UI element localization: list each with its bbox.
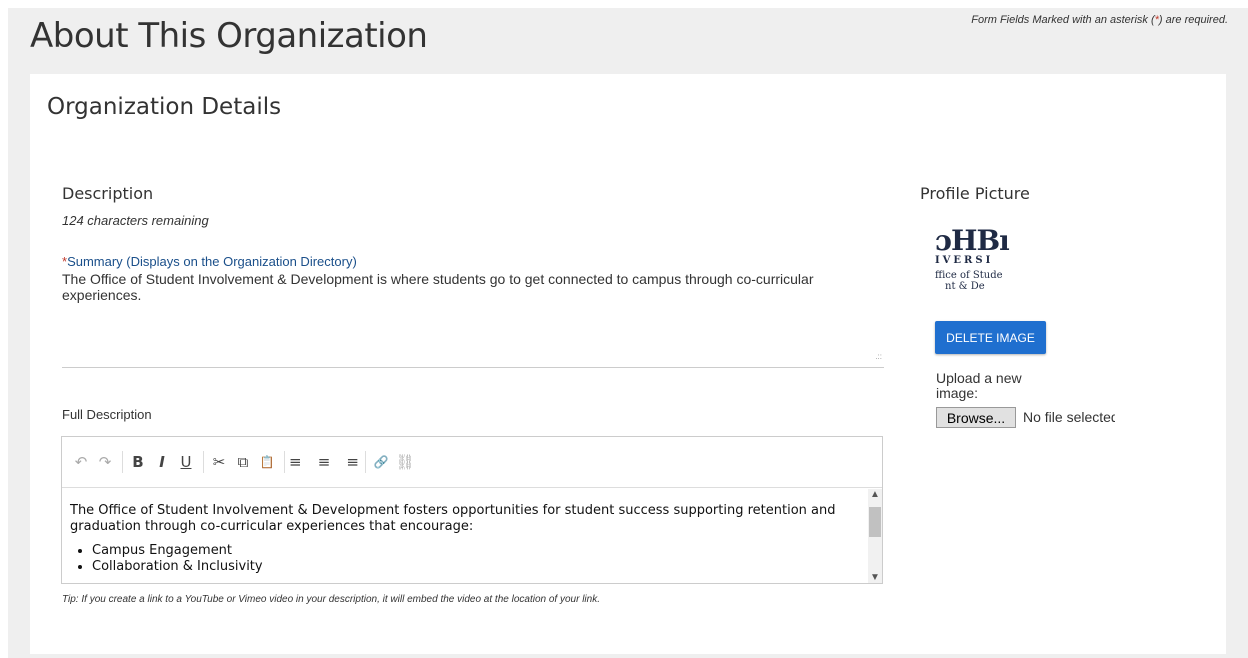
summary-textarea[interactable]: The Office of Student Involvement & Deve…: [62, 271, 884, 368]
editor-bullet-list: Campus Engagement Collaboration & Inclus…: [70, 543, 858, 575]
bold-button[interactable]: B: [127, 453, 149, 471]
unlink-icon[interactable]: ⛓: [394, 453, 416, 471]
toolbar-divider: [284, 451, 285, 473]
required-note-prefix: Form Fields Marked with an asterisk (: [971, 14, 1155, 26]
editor-paragraph: The Office of Student Involvement & Deve…: [70, 503, 836, 534]
profile-picture-heading: Profile Picture: [920, 184, 1030, 203]
italic-button[interactable]: I: [151, 453, 173, 471]
description-heading: Description: [62, 184, 154, 203]
underline-button[interactable]: U: [175, 453, 197, 471]
list-item: Campus Engagement: [92, 543, 858, 559]
upload-image-label: Upload a new image:: [936, 370, 1022, 401]
page-background: About This Organization Form Fields Mark…: [8, 8, 1248, 658]
rich-text-editor[interactable]: ↶ ↷ B I U ✂ ⧉ 📋 ≡ ≡ ≡ 🔗 ⛓ The Office of …: [61, 436, 883, 584]
scroll-thumb[interactable]: [869, 507, 881, 537]
undo-icon[interactable]: ↶: [70, 453, 92, 471]
required-fields-note: Form Fields Marked with an asterisk (*) …: [971, 14, 1228, 26]
logo-line-1: ɔHBı: [935, 224, 1010, 257]
page-title: About This Organization: [30, 16, 428, 56]
align-left-icon[interactable]: ≡: [289, 453, 311, 471]
scroll-down-icon[interactable]: ▼: [868, 572, 882, 583]
video-tip: Tip: If you create a link to a YouTube o…: [62, 594, 600, 605]
toolbar-divider: [122, 451, 123, 473]
summary-label-text: Summary (Displays on the Organization Di…: [67, 254, 357, 269]
editor-content[interactable]: The Office of Student Involvement & Deve…: [62, 489, 866, 583]
required-note-suffix: ) are required.: [1158, 14, 1228, 26]
align-center-icon[interactable]: ≡: [313, 453, 335, 471]
section-title: Organization Details: [47, 94, 282, 120]
link-icon[interactable]: 🔗: [370, 455, 392, 469]
cut-icon[interactable]: ✂: [208, 453, 230, 471]
scroll-up-icon[interactable]: ▲: [868, 489, 882, 500]
paste-icon[interactable]: 📋: [256, 455, 278, 469]
align-right-icon[interactable]: ≡: [337, 453, 359, 471]
file-status: No file selected.: [1023, 409, 1115, 425]
full-description-label: Full Description: [62, 407, 152, 422]
editor-toolbar: ↶ ↷ B I U ✂ ⧉ 📋 ≡ ≡ ≡ 🔗 ⛓: [62, 437, 882, 488]
organization-details-panel: Organization Details Description 124 cha…: [30, 74, 1226, 654]
resize-grip-icon[interactable]: .::: [875, 349, 882, 365]
logo-line-3: ffice of Stude: [935, 270, 1003, 281]
copy-icon[interactable]: ⧉: [232, 453, 254, 471]
delete-image-button[interactable]: DELETE IMAGE: [935, 321, 1046, 354]
list-item: Collaboration & Inclusivity: [92, 559, 858, 575]
editor-scrollbar[interactable]: ▲ ▼: [868, 489, 882, 583]
toolbar-divider: [203, 451, 204, 473]
browse-button[interactable]: Browse...: [936, 407, 1016, 428]
redo-icon[interactable]: ↷: [94, 453, 116, 471]
characters-remaining: 124 characters remaining: [62, 213, 209, 228]
logo-line-2: IVERSI: [935, 255, 994, 266]
toolbar-divider: [365, 451, 366, 473]
summary-value: The Office of Student Involvement & Deve…: [62, 271, 814, 303]
organization-logo: ɔHBı IVERSI ffice of Stude nt & De: [935, 224, 1025, 304]
summary-label: *Summary (Displays on the Organization D…: [62, 254, 357, 269]
logo-line-4: nt & De: [945, 281, 985, 292]
